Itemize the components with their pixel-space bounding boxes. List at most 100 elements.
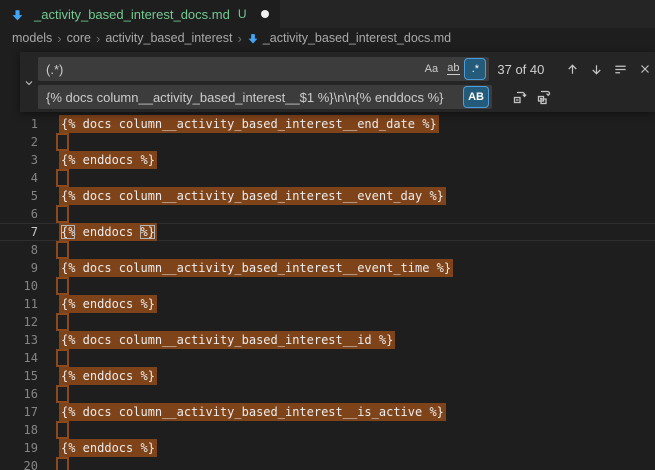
line-number: 19 xyxy=(0,439,38,457)
code-line[interactable]: 18 xyxy=(0,421,655,439)
replace-one-button[interactable] xyxy=(509,87,530,108)
empty-line-match-box xyxy=(56,133,69,151)
find-match-highlight: {% enddocs %} xyxy=(59,295,157,313)
line-number: 14 xyxy=(0,349,38,367)
find-match-highlight: {% enddocs %} xyxy=(59,367,157,385)
find-input-value: (.*) xyxy=(46,62,419,77)
find-input[interactable]: (.*) Aa ab .* xyxy=(38,57,489,81)
line-number: 15 xyxy=(0,367,38,385)
line-number: 4 xyxy=(0,169,38,187)
replace-input-value: {% docs column__activity_based_interest_… xyxy=(46,90,460,105)
breadcrumb-item-folder[interactable]: activity_based_interest xyxy=(105,31,232,45)
code-text: {% docs column__activity_based_interest_… xyxy=(61,403,446,421)
code-line[interactable]: 17 {% docs column__activity_based_interes… xyxy=(0,403,655,421)
previous-match-button[interactable] xyxy=(562,59,583,80)
line-number: 17 xyxy=(0,403,38,421)
modified-dot-icon[interactable] xyxy=(261,10,269,18)
code-text: {% enddocs %} xyxy=(61,151,157,169)
code-line[interactable]: 15 {% enddocs %} xyxy=(0,367,655,385)
code-line[interactable]: 5 {% docs column__activity_based_interest… xyxy=(0,187,655,205)
line-number: 6 xyxy=(0,205,38,223)
line-number: 12 xyxy=(0,313,38,331)
code-line[interactable]: 19 {% enddocs %} xyxy=(0,439,655,457)
code-line[interactable]: 12 xyxy=(0,313,655,331)
breadcrumb-separator: › xyxy=(52,31,66,46)
editor-content[interactable]: 1 {% docs column__activity_based_interest… xyxy=(0,115,655,470)
code-line[interactable]: 9 {% docs column__activity_based_interest… xyxy=(0,259,655,277)
code-text xyxy=(61,169,69,187)
code-text: {% docs column__activity_based_interest_… xyxy=(61,187,446,205)
breadcrumb-item-core[interactable]: core xyxy=(67,31,91,45)
empty-line-match-box xyxy=(56,349,69,367)
code-line[interactable]: 1 {% docs column__activity_based_interest… xyxy=(0,115,655,133)
breadcrumb: models › core › activity_based_interest … xyxy=(0,28,655,48)
find-match-highlight: {% docs column__activity_based_interest_… xyxy=(59,331,395,349)
find-match-highlight: {% docs column__activity_based_interest_… xyxy=(59,259,453,277)
line-number: 2 xyxy=(0,133,38,151)
breadcrumb-item-models[interactable]: models xyxy=(12,31,52,45)
breadcrumb-separator: › xyxy=(232,31,246,46)
empty-line-match-box xyxy=(56,169,69,187)
code-line[interactable]: 11 {% enddocs %} xyxy=(0,295,655,313)
line-number: 3 xyxy=(0,151,38,169)
code-text: {% docs column__activity_based_interest_… xyxy=(61,115,439,133)
match-case-button[interactable]: Aa xyxy=(421,59,441,79)
replace-all-button[interactable] xyxy=(533,87,554,108)
code-line[interactable]: 8 xyxy=(0,241,655,259)
find-in-selection-button[interactable] xyxy=(610,59,631,80)
line-number: 5 xyxy=(0,187,38,205)
line-number: 11 xyxy=(0,295,38,313)
find-match-highlight: {% docs column__activity_based_interest_… xyxy=(59,115,439,133)
code-line[interactable]: 20 xyxy=(0,457,655,470)
replace-input[interactable]: {% docs column__activity_based_interest_… xyxy=(38,85,492,109)
close-find-widget-button[interactable] xyxy=(634,59,655,80)
code-line[interactable]: 14 xyxy=(0,349,655,367)
preserve-case-button[interactable]: AB xyxy=(464,87,488,107)
whole-word-button[interactable]: ab xyxy=(443,59,463,79)
find-match-highlight: {% docs column__activity_based_interest_… xyxy=(59,403,446,421)
toggle-replace-chevron-icon[interactable] xyxy=(21,75,37,91)
code-line[interactable]: 13{% docs column__activity_based_interes… xyxy=(0,331,655,349)
code-text xyxy=(61,241,69,259)
code-line[interactable]: 2 xyxy=(0,133,655,151)
code-text xyxy=(61,421,69,439)
bracket-match-box: %} xyxy=(140,225,154,239)
code-text: {% enddocs %} xyxy=(61,439,157,457)
code-text xyxy=(61,205,69,223)
tab-title: _activity_based_interest_docs.md xyxy=(34,7,230,22)
tab-active-file[interactable]: _activity_based_interest_docs.md U xyxy=(0,0,280,28)
code-line[interactable]: 10 xyxy=(0,277,655,295)
code-line[interactable]: 6 xyxy=(0,205,655,223)
line-number: 8 xyxy=(0,241,38,259)
line-number: 16 xyxy=(0,385,38,403)
code-text xyxy=(61,133,69,151)
find-match-highlight: {% enddocs %} xyxy=(59,151,157,169)
code-line[interactable]: 4 xyxy=(0,169,655,187)
bracket-match-box: {% xyxy=(61,225,75,239)
line-number: 1 xyxy=(0,115,38,133)
find-replace-widget: (.*) Aa ab .* 37 of 40 {% docs column__a… xyxy=(20,52,655,112)
line-number: 20 xyxy=(0,457,38,470)
tab-bar: _activity_based_interest_docs.md U xyxy=(0,0,655,28)
empty-line-match-box xyxy=(56,277,69,295)
regex-button[interactable]: .* xyxy=(465,59,485,79)
find-match-highlight: {% enddocs %} xyxy=(59,439,157,457)
line-number: 10 xyxy=(0,277,38,295)
next-match-button[interactable] xyxy=(586,59,607,80)
vscode-window: _activity_based_interest_docs.md U model… xyxy=(0,0,655,470)
breadcrumb-separator: › xyxy=(91,31,105,46)
line-number: 9 xyxy=(0,259,38,277)
breadcrumb-item-file[interactable]: _activity_based_interest_docs.md xyxy=(263,31,451,45)
line-number: 18 xyxy=(0,421,38,439)
code-line[interactable]: 3 {% enddocs %} xyxy=(0,151,655,169)
code-text: {% enddocs %} xyxy=(61,223,157,241)
code-line[interactable]: 16 xyxy=(0,385,655,403)
code-text: {% enddocs %} xyxy=(61,367,157,385)
find-results-count: 37 of 40 xyxy=(497,62,559,77)
empty-line-match-box xyxy=(56,205,69,223)
code-text: {% docs column__activity_based_interest_… xyxy=(61,259,453,277)
code-line[interactable]: 7{% enddocs %} xyxy=(0,223,655,241)
code-text: {% enddocs %} xyxy=(61,295,157,313)
code-text xyxy=(61,277,69,295)
code-text xyxy=(61,457,69,470)
